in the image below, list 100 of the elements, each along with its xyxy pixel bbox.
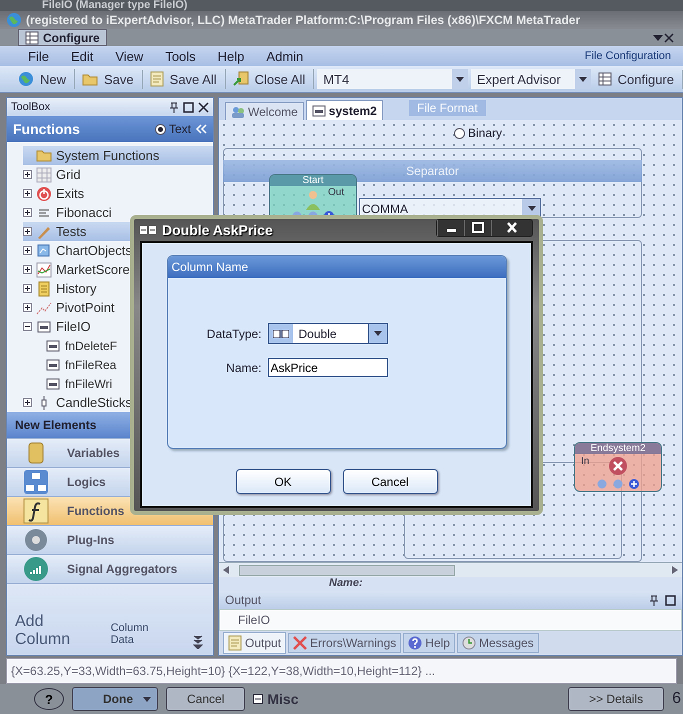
chart-icon bbox=[36, 242, 52, 258]
tree-item[interactable]: Exits bbox=[23, 184, 213, 203]
expand-icon[interactable] bbox=[23, 208, 32, 217]
menu-item[interactable]: Help bbox=[218, 48, 244, 64]
output-tab[interactable]: Help bbox=[403, 633, 455, 653]
pin-icon[interactable] bbox=[169, 102, 179, 112]
toolbar-dropdown[interactable]: Expert Advisor bbox=[470, 69, 591, 89]
navigation-item[interactable]: Signal Aggregators bbox=[7, 554, 213, 583]
menu-item[interactable]: Tools bbox=[165, 48, 196, 64]
name-field[interactable]: AskPrice bbox=[268, 358, 388, 377]
menu-item[interactable]: Admin bbox=[266, 48, 304, 64]
done-button[interactable]: Done bbox=[72, 687, 158, 711]
navigation-item[interactable]: Plug-Ins bbox=[7, 525, 213, 554]
error-icon bbox=[293, 636, 308, 650]
toolbar-button[interactable]: Save bbox=[78, 70, 143, 88]
expand-icon[interactable] bbox=[23, 284, 32, 293]
file-icon bbox=[45, 338, 61, 354]
tree-item[interactable]: fnFileRea bbox=[45, 355, 213, 374]
field-label: Name: bbox=[225, 360, 262, 374]
expand-icon[interactable] bbox=[23, 303, 32, 312]
file-icon bbox=[36, 318, 52, 334]
expand-icon[interactable] bbox=[23, 227, 32, 236]
restore-icon[interactable] bbox=[183, 102, 194, 112]
toolbar-button[interactable]: New bbox=[14, 69, 76, 89]
menu-item[interactable]: File bbox=[28, 48, 49, 64]
column-type-icon bbox=[272, 330, 288, 338]
chevron-down-icon[interactable] bbox=[193, 635, 203, 649]
expand-icon[interactable] bbox=[23, 246, 32, 255]
edge-text: 6 bbox=[672, 690, 682, 708]
scroll-icon bbox=[36, 280, 52, 296]
document-tab[interactable]: system2 bbox=[306, 100, 383, 120]
expand-icon[interactable] bbox=[23, 170, 32, 179]
details-button[interactable]: >> Details bbox=[568, 687, 664, 711]
document-tab[interactable]: Welcome bbox=[225, 102, 304, 120]
port-label: In bbox=[581, 456, 590, 467]
tree-item[interactable]: Fibonacci bbox=[23, 203, 213, 222]
chevron-left-icon[interactable] bbox=[195, 124, 207, 134]
node-title: Endsystem2 bbox=[575, 443, 661, 454]
file-icon bbox=[45, 356, 61, 372]
expand-icon[interactable] bbox=[23, 265, 32, 274]
scroll-right-icon[interactable] bbox=[672, 566, 678, 574]
file-icon bbox=[312, 104, 326, 116]
name-label: Name: bbox=[328, 577, 364, 591]
cancel-button[interactable]: Cancel bbox=[342, 469, 438, 494]
close-icon[interactable] bbox=[198, 102, 209, 112]
text-radio[interactable]: Text bbox=[154, 122, 191, 136]
table-icon bbox=[25, 30, 39, 44]
collapse-icon[interactable] bbox=[23, 322, 32, 331]
people-icon bbox=[231, 106, 245, 118]
tree-item[interactable]: Grid bbox=[23, 165, 213, 184]
menu-item[interactable]: Edit bbox=[70, 48, 94, 64]
output-title: Output bbox=[225, 593, 262, 607]
add-icon[interactable] bbox=[629, 479, 639, 489]
error-icon bbox=[608, 456, 628, 476]
tree-item[interactable]: History bbox=[23, 279, 213, 298]
help-button[interactable]: ? bbox=[34, 688, 64, 710]
expand-icon[interactable] bbox=[23, 189, 32, 198]
tree-item[interactable]: fnFileWri bbox=[45, 374, 213, 393]
caret-icon[interactable] bbox=[653, 34, 663, 40]
tree-item[interactable]: PivotPoint bbox=[23, 298, 213, 317]
overlay-header: File Format bbox=[409, 100, 486, 116]
document-icon bbox=[228, 635, 242, 651]
tree-item[interactable]: CandleSticks bbox=[23, 393, 213, 412]
output-tab[interactable]: Output bbox=[223, 632, 286, 654]
expand-icon[interactable] bbox=[23, 398, 32, 407]
collapse-icon[interactable] bbox=[253, 694, 264, 704]
flowchart-icon bbox=[23, 469, 49, 495]
restore-icon[interactable] bbox=[665, 594, 676, 606]
menu-item[interactable]: View bbox=[115, 48, 144, 64]
toolbar-dropdown[interactable]: MT4 bbox=[317, 69, 468, 89]
output-tab[interactable]: Messages bbox=[456, 633, 539, 653]
toolbar-button[interactable]: Save All bbox=[146, 69, 226, 89]
globe-icon bbox=[6, 12, 22, 28]
ok-button[interactable]: OK bbox=[236, 469, 330, 494]
pin-icon[interactable] bbox=[649, 594, 659, 606]
person-icon bbox=[305, 190, 321, 210]
grid-icon bbox=[36, 166, 52, 182]
caret-icon bbox=[143, 696, 151, 702]
binary-radio[interactable]: Binary bbox=[454, 126, 502, 140]
signal-icon bbox=[23, 556, 49, 582]
window-title: (registered to iExpertAdvisor, LLC) MetaTrader Platform:C:\Program Files (x86)\FXCM MetaTrader bbox=[26, 13, 580, 27]
overlay-label: Column Data bbox=[110, 622, 150, 648]
status-text: {X=63.25,Y=33,Width=63.75,Height=10} {X=122,Y=38,Width=10,Height=112} ... bbox=[6, 658, 677, 684]
group-title: Column Name bbox=[168, 256, 506, 278]
node-title: Start bbox=[270, 175, 356, 186]
caret-icon bbox=[374, 331, 382, 336]
tree-item[interactable]: System Functions bbox=[23, 146, 213, 165]
configure-tab[interactable]: Configure bbox=[18, 29, 107, 46]
output-tab[interactable]: Errors\Warnings bbox=[288, 633, 402, 653]
panel-title: ToolBox bbox=[11, 101, 50, 113]
section-label: Misc bbox=[267, 691, 298, 707]
field-label: DataType: bbox=[206, 326, 262, 340]
caret-icon bbox=[578, 76, 587, 82]
toolbar-button[interactable]: Close All bbox=[228, 69, 314, 89]
datatype-dropdown[interactable]: Double bbox=[268, 323, 388, 344]
scroll-thumb[interactable] bbox=[239, 564, 454, 576]
file-icon bbox=[45, 376, 61, 392]
toolbar-button[interactable]: Configure bbox=[594, 70, 683, 88]
scroll-left-icon[interactable] bbox=[223, 566, 229, 574]
cancel-button[interactable]: Cancel bbox=[166, 687, 246, 711]
